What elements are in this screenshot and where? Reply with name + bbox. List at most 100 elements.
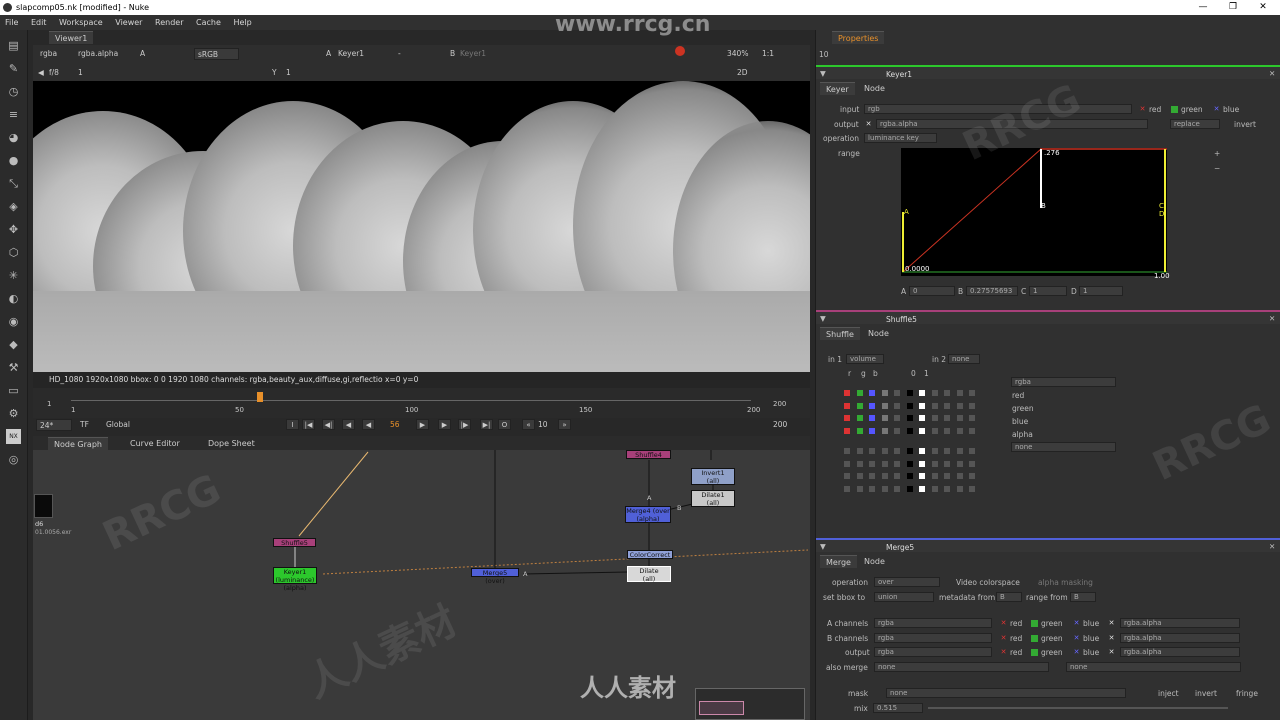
viewer-channels-dropdown[interactable]: rgba (40, 48, 57, 60)
read-thumbnail[interactable] (34, 494, 53, 518)
shuffle-cell[interactable] (969, 390, 975, 396)
step-field[interactable]: 10 (538, 419, 548, 431)
shuffle-output2-dropdown[interactable]: none (1011, 442, 1116, 452)
curve-zoom-out-icon[interactable]: − (1214, 164, 1220, 173)
keyer-output-dropdown[interactable]: rgba.alpha (876, 119, 1148, 129)
merge-mix-field[interactable]: 0.515 (873, 703, 923, 713)
merge-b-alpha-dropdown[interactable]: rgba.alpha (1120, 633, 1240, 643)
3d-tool-icon[interactable]: ⬡ (6, 245, 21, 260)
viewer-b-node[interactable]: Keyer1 (460, 48, 486, 60)
shuffle-cell[interactable] (881, 415, 888, 421)
maximize-button[interactable]: ❐ (1218, 0, 1248, 15)
menu-help[interactable]: Help (233, 18, 251, 27)
shuffle-cell[interactable] (956, 448, 963, 454)
menu-edit[interactable]: Edit (31, 18, 47, 27)
playhead-marker[interactable] (257, 392, 263, 402)
play-back-button[interactable]: ◀ (362, 419, 375, 430)
record-icon[interactable] (675, 46, 685, 56)
shuffle-in2-dropdown[interactable]: none (948, 354, 980, 364)
nukex-tool-icon[interactable]: NX (6, 429, 21, 444)
node-dilate-selected[interactable]: Dilate (all) (627, 566, 671, 583)
shuffle-cell[interactable] (881, 485, 888, 492)
merge-fringe[interactable]: fringe (1236, 689, 1258, 698)
keyer-d-field[interactable]: 1 (1079, 286, 1123, 296)
shuffle-cell[interactable] (944, 415, 950, 421)
shuffle-cell[interactable] (956, 460, 963, 467)
graph-navigator[interactable] (695, 688, 805, 720)
prev-icon[interactable]: ◀ (38, 67, 44, 79)
shuffle-cell[interactable] (881, 473, 888, 479)
shuffle-cell[interactable] (931, 448, 938, 454)
shuffle-cell[interactable] (956, 485, 963, 492)
merge-output-dropdown[interactable]: rgba (874, 647, 992, 657)
deep-tool-icon[interactable]: ◐ (6, 291, 21, 306)
keyer-input-dropdown[interactable]: rgb (864, 104, 1132, 114)
menu-render[interactable]: Render (155, 18, 183, 27)
shuffle-cell[interactable] (944, 390, 950, 396)
tab-shuffle-node[interactable]: Node (862, 327, 895, 340)
shuffle-cell[interactable] (894, 402, 900, 409)
tab-merge[interactable]: Merge (820, 555, 857, 568)
menu-file[interactable]: File (5, 18, 18, 27)
play-button[interactable]: ▶ (416, 419, 429, 430)
shuffle-cell[interactable] (881, 460, 888, 467)
merge-alpha-masking[interactable]: alpha masking (1038, 578, 1093, 587)
merge-b-channels-dropdown[interactable]: rgba (874, 633, 992, 643)
viewer-a-node[interactable]: Keyer1 (338, 48, 364, 60)
menu-workspace[interactable]: Workspace (59, 18, 103, 27)
viewer-y-value[interactable]: 1 (286, 67, 291, 79)
shuffle-cell[interactable] (844, 473, 850, 479)
shuffle-cell[interactable] (856, 427, 863, 434)
shuffle-cell[interactable] (969, 460, 975, 467)
other-tool-icon[interactable]: ▭ (6, 383, 21, 398)
shuffle-cell[interactable] (931, 473, 938, 479)
merge-tool-icon[interactable]: ◈ (6, 199, 21, 214)
keyer-input-blue-check[interactable]: ✕ (1213, 106, 1220, 113)
shuffle-cell[interactable] (856, 415, 863, 421)
shuffle-cell[interactable] (969, 402, 975, 409)
shuffle-cell[interactable] (869, 473, 875, 479)
shuffle-cell[interactable] (856, 448, 863, 454)
viewer-ratio[interactable]: 1:1 (762, 48, 774, 60)
merge-bbox-dropdown[interactable]: union (874, 592, 934, 602)
merge-also-dropdown-2[interactable]: none (1066, 662, 1241, 672)
shuffle-cell[interactable] (944, 427, 950, 434)
shuffle-cell[interactable] (919, 390, 925, 396)
shuffle-cell[interactable] (881, 402, 888, 409)
shuffle-cell[interactable] (856, 402, 863, 409)
shuffle-cell[interactable] (919, 415, 925, 421)
transform-tool-icon[interactable]: ✥ (6, 222, 21, 237)
shuffle-cell[interactable] (844, 390, 850, 396)
viewer-canvas[interactable] (33, 81, 810, 372)
merge-a-red-check[interactable]: ✕ (1000, 620, 1007, 627)
keyer1-close-icon[interactable]: ✕ (1269, 68, 1275, 80)
tab-shuffle[interactable]: Shuffle (820, 327, 860, 340)
shuffle-cell[interactable] (906, 473, 913, 479)
keyer-output-check[interactable]: ✕ (865, 121, 872, 128)
shuffle-cell[interactable] (969, 427, 975, 434)
metadata-tool-icon[interactable]: ◆ (6, 337, 21, 352)
keyer-operation-dropdown[interactable]: luminance key (864, 133, 937, 143)
tab-keyer-node[interactable]: Node (858, 82, 891, 95)
shuffle-cell[interactable] (944, 402, 950, 409)
tab-properties[interactable]: Properties (832, 31, 885, 44)
merge-a-blue-check[interactable]: ✕ (1073, 620, 1080, 627)
shuffle-cell[interactable] (931, 460, 938, 467)
menu-cache[interactable]: Cache (196, 18, 221, 27)
close-button[interactable]: ✕ (1248, 0, 1278, 15)
merge-out-green-check[interactable] (1031, 649, 1038, 656)
shuffle-cell[interactable] (844, 460, 850, 467)
shuffle-cell[interactable] (844, 427, 850, 434)
keyer-c-field[interactable]: 1 (1029, 286, 1067, 296)
shuffle-cell[interactable] (844, 415, 850, 421)
collapse-icon[interactable]: ▼ (820, 68, 826, 80)
keyer-replace-dropdown[interactable]: replace (1170, 119, 1220, 129)
shuffle-matrix[interactable] (844, 390, 1004, 500)
merge-mask-dropdown[interactable]: none (886, 688, 1126, 698)
shuffle-cell[interactable] (956, 427, 963, 434)
shuffle-cell[interactable] (881, 390, 888, 396)
shuffle-cell[interactable] (869, 460, 875, 467)
shuffle-collapse-icon[interactable]: ▼ (820, 313, 826, 325)
viewer-zoom[interactable]: 340% (727, 48, 748, 60)
shuffle-cell[interactable] (969, 473, 975, 479)
